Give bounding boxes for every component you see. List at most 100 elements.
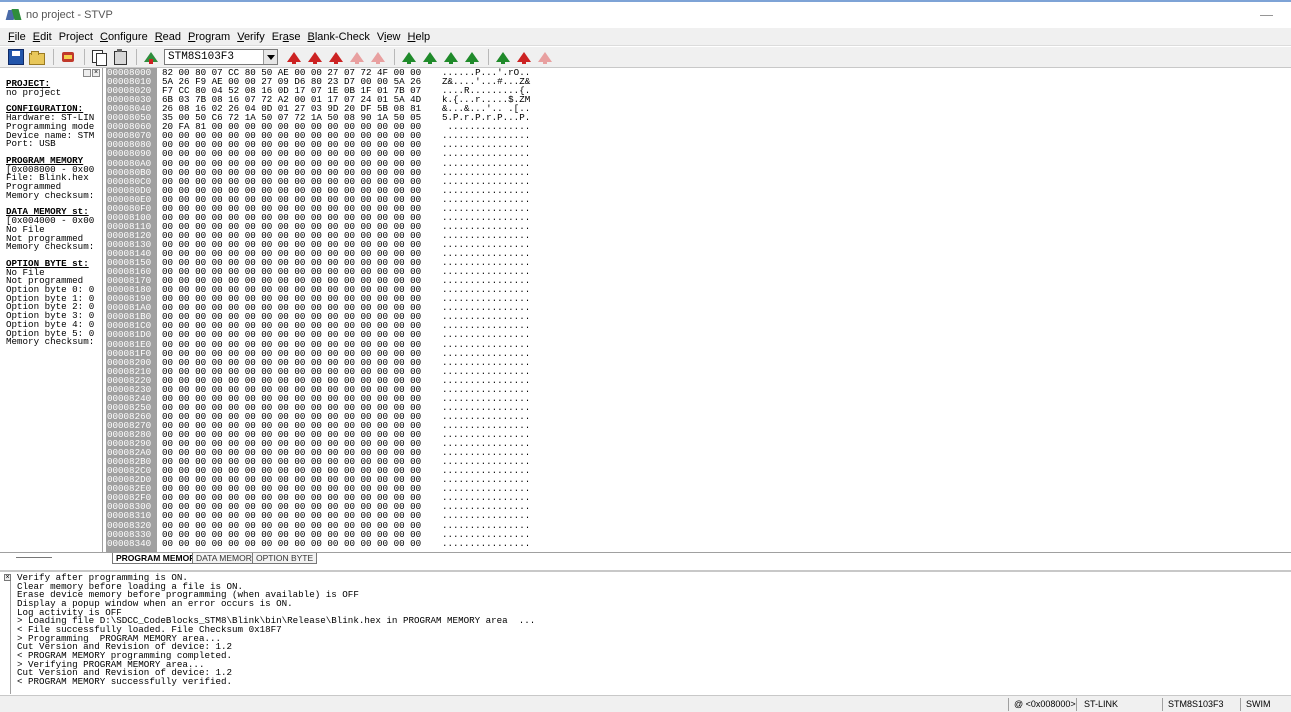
menu-program[interactable]: Program	[188, 31, 230, 43]
device-select-icon	[143, 49, 159, 65]
action-arrow-icon[interactable]	[516, 49, 532, 65]
status-bar: @ <0x008000> ST-LINK STM8S103F3 SWIM	[0, 695, 1291, 712]
menu-label-part: rogram	[195, 30, 231, 43]
chip-icon[interactable]	[60, 49, 76, 65]
action-arrow-icon[interactable]	[401, 49, 417, 65]
tab-program-memory[interactable]: PROGRAM MEMORY	[112, 553, 205, 564]
menu-label-part: erify	[243, 30, 265, 43]
menu-verify[interactable]: Verify	[237, 31, 265, 43]
hex-row: 00008340 00 00 00 00 00 00 00 00 00 00 00…	[104, 537, 544, 549]
menu-project[interactable]: Project	[59, 31, 93, 43]
action-arrow-icon[interactable]	[349, 49, 365, 65]
info-text: PROJECT: no project CONFIGURATION: Hardware…	[6, 80, 102, 347]
panel-pin-icon[interactable]	[83, 69, 91, 77]
tab-option-byte[interactable]: OPTION BYTE	[252, 553, 318, 564]
log-panel: × Verify after programming is ON. Clear m…	[0, 570, 1291, 694]
log-line: < PROGRAM MEMORY programming completed.	[17, 649, 233, 661]
menu-configure[interactable]: Configure	[100, 31, 148, 43]
action-arrow-icon[interactable]	[286, 49, 302, 65]
menu-label-mnemonic: E	[32, 30, 41, 43]
save-icon[interactable]	[8, 49, 24, 65]
menu-label-part: lank-Check	[314, 30, 370, 43]
menu-label-part: dit	[40, 30, 52, 43]
hex-ascii: ................	[442, 537, 531, 549]
menu-label-mnemonic: B	[307, 30, 315, 43]
status-separator	[1162, 698, 1163, 711]
menu-label-part: onfigure	[107, 30, 148, 43]
action-arrow-icon[interactable]	[422, 49, 438, 65]
toolbar: STM8S103F3	[0, 47, 1291, 68]
action-arrow-icon[interactable]	[443, 49, 459, 65]
close-icon[interactable]: ×	[4, 574, 11, 581]
tab-data-memory[interactable]: DATA MEMORY	[192, 553, 262, 564]
menu-file[interactable]: File	[8, 31, 26, 43]
menu-bar: File Edit Project Configure Read Program Verif…	[0, 28, 1291, 46]
stvp-app-icon	[6, 8, 22, 22]
action-arrow-icon[interactable]	[495, 49, 511, 65]
stvp-window: no project - STVP — File Edit Project Confi…	[0, 0, 1291, 712]
action-arrow-icon[interactable]	[370, 49, 386, 65]
device-select-value: STM8S103F3	[168, 51, 235, 63]
status-device: STM8S103F3	[1168, 699, 1224, 709]
menu-blank-check[interactable]: Blank-Check	[307, 31, 369, 43]
title-bar: no project - STVP —	[0, 0, 1291, 28]
open-folder-icon[interactable]	[29, 49, 45, 65]
menu-edit[interactable]: Edit	[33, 31, 52, 43]
menu-label-part: V	[376, 30, 384, 43]
close-icon[interactable]: ×	[92, 69, 100, 77]
log-output: Verify after programming is ON. Clear mem…	[17, 573, 1277, 687]
status-separator	[1008, 698, 1009, 711]
toolbar-separator	[53, 49, 54, 65]
action-arrow-icon[interactable]	[464, 49, 480, 65]
action-arrow-icon[interactable]	[328, 49, 344, 65]
hex-address: 00008340	[107, 537, 152, 549]
window-title: no project - STVP	[26, 9, 113, 21]
menu-label-part: elp	[415, 30, 431, 43]
info-panel: × PROJECT: no project CONFIGURATION: Hardwa…	[4, 68, 103, 552]
menu-label-part: Er	[271, 30, 283, 43]
status-separator	[1240, 698, 1241, 711]
menu-label-mnemonic: V	[237, 30, 244, 43]
info-line: Memory checksum:	[6, 189, 95, 201]
info-line: no project	[6, 86, 62, 98]
info-line: Memory checksum:	[6, 336, 95, 347]
copy-icon[interactable]	[91, 49, 107, 66]
log-line: < PROGRAM MEMORY successfully verified.	[17, 675, 233, 687]
status-programmer: ST-LINK	[1084, 699, 1119, 709]
menu-label-part: ile	[14, 30, 26, 43]
menu-label-mnemonic: F	[8, 30, 15, 43]
device-select[interactable]: STM8S103F3	[164, 49, 278, 65]
memory-hex-view[interactable]: 00008000 82 00 80 07 CC 80 50 AE 00 00 27…	[104, 68, 1291, 552]
action-arrow-icon[interactable]	[307, 49, 323, 65]
menu-label-mnemonic: C	[99, 30, 108, 43]
menu-erase[interactable]: Erase	[272, 31, 301, 43]
menu-help[interactable]: Help	[408, 31, 431, 43]
status-address: @ <0x008000>	[1014, 699, 1076, 709]
status-separator	[1076, 698, 1077, 711]
toolbar-separator	[84, 49, 85, 65]
menu-label-mnemonic: R	[154, 30, 163, 43]
menu-label-part: ect	[78, 30, 93, 43]
action-buttons-group	[286, 49, 558, 65]
minimize-button[interactable]: —	[1260, 7, 1273, 22]
menu-read[interactable]: Read	[155, 31, 181, 43]
hex-bytes[interactable]: 00 00 00 00 00 00 00 00 00 00 00 00 00 0…	[162, 538, 421, 547]
action-arrow-icon[interactable]	[537, 49, 553, 65]
toolbar-separator	[394, 49, 395, 65]
menu-label-part: se	[288, 30, 301, 43]
menu-label-part: ew	[386, 30, 401, 43]
memory-tabs: PROGRAM MEMORY DATA MEMORY OPTION BYTE	[0, 552, 1291, 564]
tab-scrollbar[interactable]	[16, 557, 52, 558]
menu-label-part: ead	[162, 30, 182, 43]
paste-icon[interactable]	[112, 49, 128, 65]
toolbar-separator	[488, 49, 489, 65]
log-line: Display a popup window when an error occ…	[17, 597, 293, 609]
info-line: Port: USB	[6, 138, 56, 150]
panel-controls: ×	[82, 69, 100, 77]
log-panel-controls: ×	[4, 574, 11, 694]
menu-label-part: Pro	[58, 30, 76, 43]
menu-view[interactable]: View	[377, 31, 401, 43]
info-line: Memory checksum:	[6, 241, 95, 253]
chevron-down-icon[interactable]	[263, 50, 277, 64]
toolbar-separator	[136, 49, 137, 65]
